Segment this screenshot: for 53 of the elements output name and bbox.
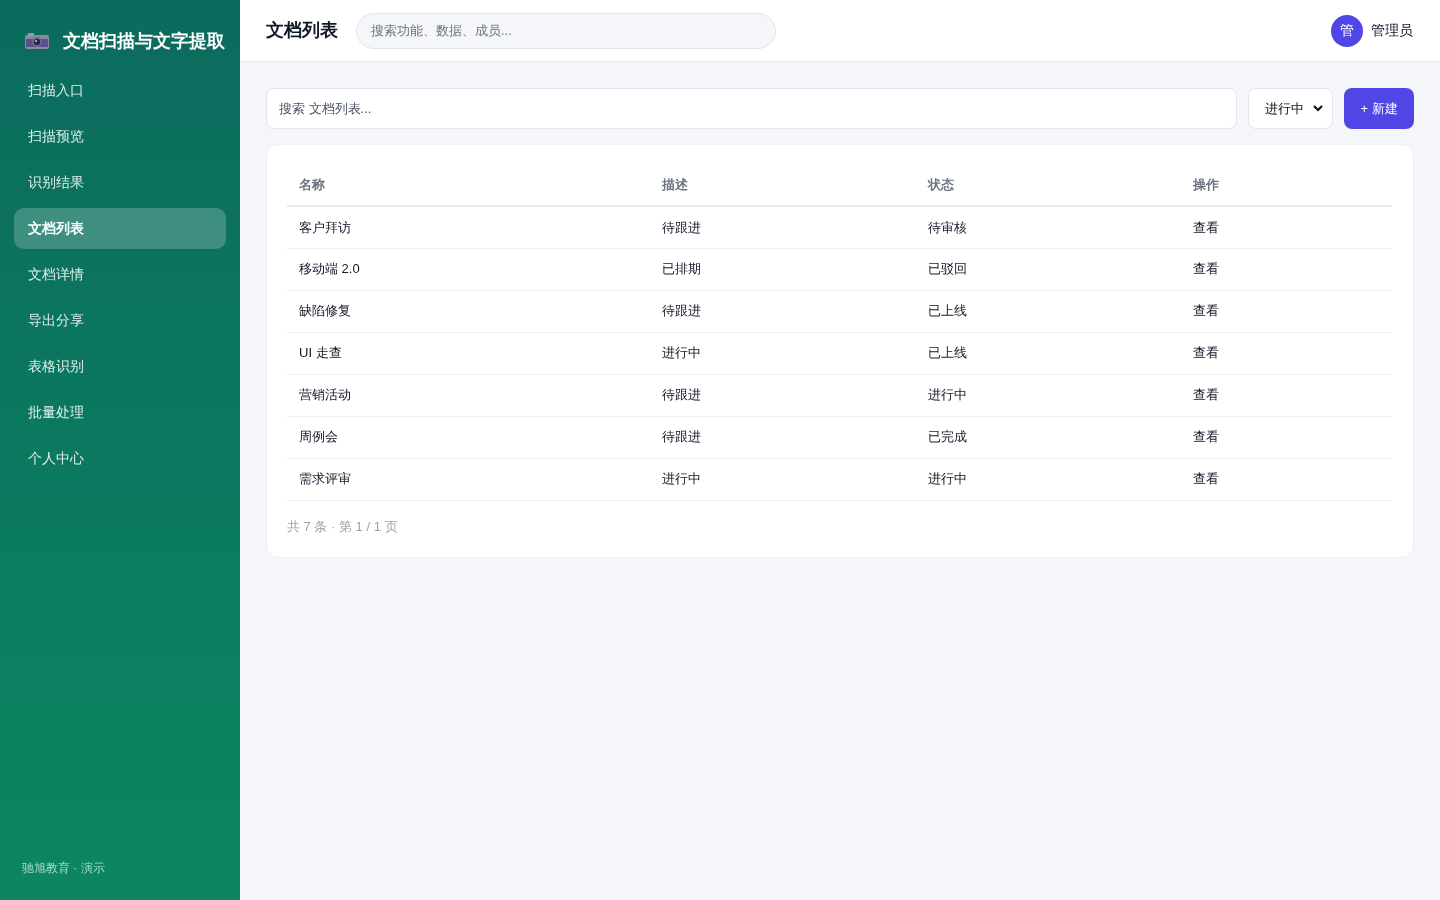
column-header: 名称	[299, 177, 325, 193]
nav-item[interactable]: 个人中心	[14, 438, 226, 479]
nav-item[interactable]: 文档详情	[14, 254, 226, 295]
page-title: 文档列表	[266, 19, 338, 42]
table-cell: 移动端 2.0	[299, 261, 360, 277]
view-link[interactable]: 查看	[1193, 387, 1219, 403]
view-link[interactable]: 查看	[1193, 303, 1219, 319]
table-cell: 已驳回	[928, 261, 967, 277]
view-link[interactable]: 查看	[1193, 471, 1219, 487]
list-search-field[interactable]: 搜索 文档列表...	[266, 88, 1237, 129]
chevron-down-icon	[1313, 105, 1323, 112]
table-cell: 进行中	[662, 471, 701, 487]
nav-item[interactable]: 导出分享	[14, 300, 226, 341]
table-cell: 已排期	[662, 261, 701, 277]
table-cell: 待跟进	[662, 303, 701, 319]
column-header: 操作	[1193, 177, 1219, 193]
table-cell: 已上线	[928, 345, 967, 361]
table-cell: 进行中	[928, 471, 967, 487]
column-header: 状态	[928, 177, 954, 193]
nav-item[interactable]: 扫描预览	[14, 116, 226, 157]
table-cell: 已完成	[928, 429, 967, 445]
view-link[interactable]: 查看	[1193, 261, 1219, 277]
table-cell: 待跟进	[662, 387, 701, 403]
nav-item[interactable]: 识别结果	[14, 162, 226, 203]
view-link[interactable]: 查看	[1193, 345, 1219, 361]
user-avatar[interactable]: 管	[1331, 14, 1363, 47]
table-cell: 已上线	[928, 303, 967, 319]
nav-item[interactable]: 表格识别	[14, 346, 226, 387]
table-cell: 需求评审	[299, 471, 351, 487]
view-link[interactable]: 查看	[1193, 219, 1219, 235]
status-filter-select[interactable]: 进行中	[1248, 88, 1333, 129]
app-title: 文档扫描与文字提取	[63, 30, 225, 52]
table-cell: 营销活动	[299, 387, 351, 403]
column-header: 描述	[662, 177, 688, 193]
nav-item[interactable]: 批量处理	[14, 392, 226, 433]
table-cell: 待审核	[928, 219, 967, 235]
table-cell: UI 走查	[299, 345, 342, 361]
global-search-field[interactable]: 搜索功能、数据、成员...	[356, 12, 776, 49]
table-cell: 待跟进	[662, 219, 701, 235]
user-name: 管理员	[1371, 21, 1413, 40]
table-cell: 待跟进	[662, 429, 701, 445]
table-cell: 客户拜访	[299, 219, 351, 235]
camera-icon	[25, 33, 49, 49]
nav-item[interactable]: 文档列表	[14, 208, 226, 249]
new-button[interactable]: + 新建	[1344, 88, 1414, 129]
table-cell: 进行中	[662, 345, 701, 361]
table-cell: 进行中	[928, 387, 967, 403]
footer-text: 驰旭教育 · 演示	[22, 861, 105, 875]
table-cell: 周例会	[299, 429, 338, 445]
table-cell: 缺陷修复	[299, 303, 351, 319]
pagination-text: 共 7 条 · 第 1 / 1 页	[287, 518, 398, 534]
view-link[interactable]: 查看	[1193, 429, 1219, 445]
nav-item[interactable]: 扫描入口	[14, 70, 226, 111]
